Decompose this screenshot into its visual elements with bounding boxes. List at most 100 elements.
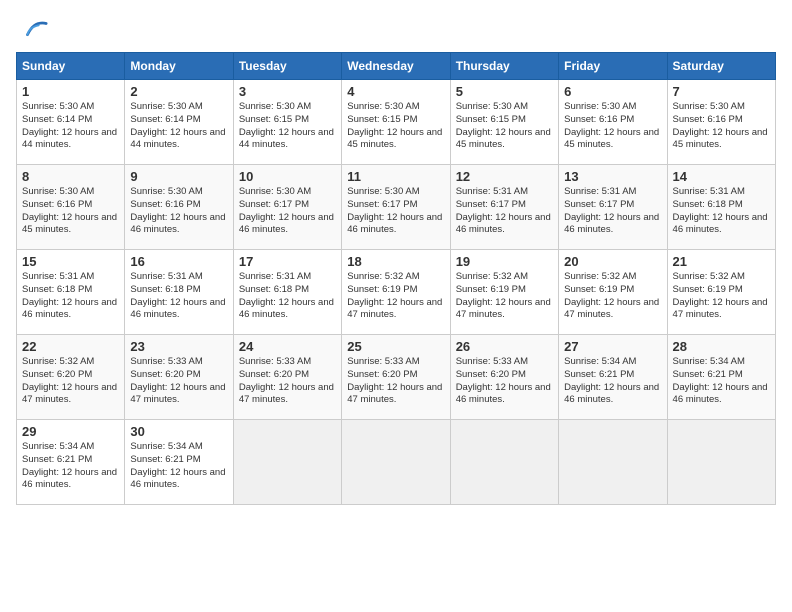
calendar-cell: 18 Sunrise: 5:32 AM Sunset: 6:19 PM Dayl…	[342, 250, 450, 335]
day-number: 26	[456, 339, 553, 354]
day-number: 11	[347, 169, 444, 184]
calendar-cell: 11 Sunrise: 5:30 AM Sunset: 6:17 PM Dayl…	[342, 165, 450, 250]
calendar-cell: 23 Sunrise: 5:33 AM Sunset: 6:20 PM Dayl…	[125, 335, 233, 420]
day-detail: Sunrise: 5:31 AM Sunset: 6:18 PM Dayligh…	[673, 186, 770, 237]
day-detail: Sunrise: 5:33 AM Sunset: 6:20 PM Dayligh…	[456, 356, 553, 407]
day-number: 27	[564, 339, 661, 354]
weekday-header: Tuesday	[233, 53, 341, 80]
day-detail: Sunrise: 5:31 AM Sunset: 6:18 PM Dayligh…	[239, 271, 336, 322]
calendar-cell: 7 Sunrise: 5:30 AM Sunset: 6:16 PM Dayli…	[667, 80, 775, 165]
calendar-cell: 10 Sunrise: 5:30 AM Sunset: 6:17 PM Dayl…	[233, 165, 341, 250]
weekday-header-row: SundayMondayTuesdayWednesdayThursdayFrid…	[17, 53, 776, 80]
day-detail: Sunrise: 5:34 AM Sunset: 6:21 PM Dayligh…	[564, 356, 661, 407]
day-number: 29	[22, 424, 119, 439]
calendar-cell: 19 Sunrise: 5:32 AM Sunset: 6:19 PM Dayl…	[450, 250, 558, 335]
calendar-cell: 28 Sunrise: 5:34 AM Sunset: 6:21 PM Dayl…	[667, 335, 775, 420]
day-detail: Sunrise: 5:33 AM Sunset: 6:20 PM Dayligh…	[239, 356, 336, 407]
calendar-cell: 26 Sunrise: 5:33 AM Sunset: 6:20 PM Dayl…	[450, 335, 558, 420]
day-detail: Sunrise: 5:34 AM Sunset: 6:21 PM Dayligh…	[673, 356, 770, 407]
day-number: 10	[239, 169, 336, 184]
calendar-cell: 30 Sunrise: 5:34 AM Sunset: 6:21 PM Dayl…	[125, 420, 233, 505]
calendar-cell	[233, 420, 341, 505]
day-detail: Sunrise: 5:30 AM Sunset: 6:16 PM Dayligh…	[564, 101, 661, 152]
calendar-cell: 27 Sunrise: 5:34 AM Sunset: 6:21 PM Dayl…	[559, 335, 667, 420]
day-number: 20	[564, 254, 661, 269]
weekday-header: Monday	[125, 53, 233, 80]
day-detail: Sunrise: 5:32 AM Sunset: 6:19 PM Dayligh…	[456, 271, 553, 322]
calendar-cell: 20 Sunrise: 5:32 AM Sunset: 6:19 PM Dayl…	[559, 250, 667, 335]
calendar-cell: 25 Sunrise: 5:33 AM Sunset: 6:20 PM Dayl…	[342, 335, 450, 420]
calendar-cell: 8 Sunrise: 5:30 AM Sunset: 6:16 PM Dayli…	[17, 165, 125, 250]
calendar-week-row: 1 Sunrise: 5:30 AM Sunset: 6:14 PM Dayli…	[17, 80, 776, 165]
calendar-table: SundayMondayTuesdayWednesdayThursdayFrid…	[16, 52, 776, 505]
day-number: 24	[239, 339, 336, 354]
day-detail: Sunrise: 5:30 AM Sunset: 6:16 PM Dayligh…	[22, 186, 119, 237]
calendar-cell: 13 Sunrise: 5:31 AM Sunset: 6:17 PM Dayl…	[559, 165, 667, 250]
calendar-cell: 12 Sunrise: 5:31 AM Sunset: 6:17 PM Dayl…	[450, 165, 558, 250]
logo-icon	[20, 16, 48, 44]
day-number: 14	[673, 169, 770, 184]
day-number: 5	[456, 84, 553, 99]
day-number: 15	[22, 254, 119, 269]
day-number: 25	[347, 339, 444, 354]
day-number: 7	[673, 84, 770, 99]
day-detail: Sunrise: 5:31 AM Sunset: 6:18 PM Dayligh…	[130, 271, 227, 322]
calendar-cell: 17 Sunrise: 5:31 AM Sunset: 6:18 PM Dayl…	[233, 250, 341, 335]
day-number: 6	[564, 84, 661, 99]
day-detail: Sunrise: 5:32 AM Sunset: 6:19 PM Dayligh…	[347, 271, 444, 322]
day-number: 9	[130, 169, 227, 184]
day-detail: Sunrise: 5:30 AM Sunset: 6:15 PM Dayligh…	[347, 101, 444, 152]
day-detail: Sunrise: 5:30 AM Sunset: 6:15 PM Dayligh…	[456, 101, 553, 152]
day-detail: Sunrise: 5:30 AM Sunset: 6:17 PM Dayligh…	[347, 186, 444, 237]
day-detail: Sunrise: 5:30 AM Sunset: 6:17 PM Dayligh…	[239, 186, 336, 237]
calendar-cell: 9 Sunrise: 5:30 AM Sunset: 6:16 PM Dayli…	[125, 165, 233, 250]
calendar-cell	[450, 420, 558, 505]
calendar-week-row: 8 Sunrise: 5:30 AM Sunset: 6:16 PM Dayli…	[17, 165, 776, 250]
day-number: 4	[347, 84, 444, 99]
header	[16, 16, 776, 44]
calendar-cell: 14 Sunrise: 5:31 AM Sunset: 6:18 PM Dayl…	[667, 165, 775, 250]
day-number: 2	[130, 84, 227, 99]
day-number: 13	[564, 169, 661, 184]
calendar-cell: 29 Sunrise: 5:34 AM Sunset: 6:21 PM Dayl…	[17, 420, 125, 505]
day-detail: Sunrise: 5:34 AM Sunset: 6:21 PM Dayligh…	[130, 441, 227, 492]
day-detail: Sunrise: 5:31 AM Sunset: 6:17 PM Dayligh…	[456, 186, 553, 237]
day-detail: Sunrise: 5:30 AM Sunset: 6:16 PM Dayligh…	[673, 101, 770, 152]
calendar-week-row: 22 Sunrise: 5:32 AM Sunset: 6:20 PM Dayl…	[17, 335, 776, 420]
day-number: 17	[239, 254, 336, 269]
calendar-cell: 16 Sunrise: 5:31 AM Sunset: 6:18 PM Dayl…	[125, 250, 233, 335]
day-number: 23	[130, 339, 227, 354]
day-number: 19	[456, 254, 553, 269]
calendar-cell: 1 Sunrise: 5:30 AM Sunset: 6:14 PM Dayli…	[17, 80, 125, 165]
day-detail: Sunrise: 5:30 AM Sunset: 6:16 PM Dayligh…	[130, 186, 227, 237]
day-number: 16	[130, 254, 227, 269]
calendar-week-row: 29 Sunrise: 5:34 AM Sunset: 6:21 PM Dayl…	[17, 420, 776, 505]
calendar-cell: 24 Sunrise: 5:33 AM Sunset: 6:20 PM Dayl…	[233, 335, 341, 420]
calendar-cell	[342, 420, 450, 505]
day-number: 18	[347, 254, 444, 269]
day-detail: Sunrise: 5:32 AM Sunset: 6:20 PM Dayligh…	[22, 356, 119, 407]
weekday-header: Thursday	[450, 53, 558, 80]
day-number: 3	[239, 84, 336, 99]
calendar-cell: 2 Sunrise: 5:30 AM Sunset: 6:14 PM Dayli…	[125, 80, 233, 165]
day-number: 22	[22, 339, 119, 354]
weekday-header: Friday	[559, 53, 667, 80]
calendar-cell: 22 Sunrise: 5:32 AM Sunset: 6:20 PM Dayl…	[17, 335, 125, 420]
day-detail: Sunrise: 5:34 AM Sunset: 6:21 PM Dayligh…	[22, 441, 119, 492]
logo	[16, 16, 48, 44]
day-detail: Sunrise: 5:33 AM Sunset: 6:20 PM Dayligh…	[130, 356, 227, 407]
calendar-cell: 6 Sunrise: 5:30 AM Sunset: 6:16 PM Dayli…	[559, 80, 667, 165]
weekday-header: Sunday	[17, 53, 125, 80]
calendar-cell: 21 Sunrise: 5:32 AM Sunset: 6:19 PM Dayl…	[667, 250, 775, 335]
day-detail: Sunrise: 5:31 AM Sunset: 6:18 PM Dayligh…	[22, 271, 119, 322]
calendar-cell: 3 Sunrise: 5:30 AM Sunset: 6:15 PM Dayli…	[233, 80, 341, 165]
calendar-cell	[559, 420, 667, 505]
day-detail: Sunrise: 5:32 AM Sunset: 6:19 PM Dayligh…	[564, 271, 661, 322]
calendar-cell: 4 Sunrise: 5:30 AM Sunset: 6:15 PM Dayli…	[342, 80, 450, 165]
calendar-cell: 15 Sunrise: 5:31 AM Sunset: 6:18 PM Dayl…	[17, 250, 125, 335]
day-number: 8	[22, 169, 119, 184]
day-number: 12	[456, 169, 553, 184]
day-detail: Sunrise: 5:30 AM Sunset: 6:14 PM Dayligh…	[22, 101, 119, 152]
day-detail: Sunrise: 5:32 AM Sunset: 6:19 PM Dayligh…	[673, 271, 770, 322]
calendar-cell: 5 Sunrise: 5:30 AM Sunset: 6:15 PM Dayli…	[450, 80, 558, 165]
